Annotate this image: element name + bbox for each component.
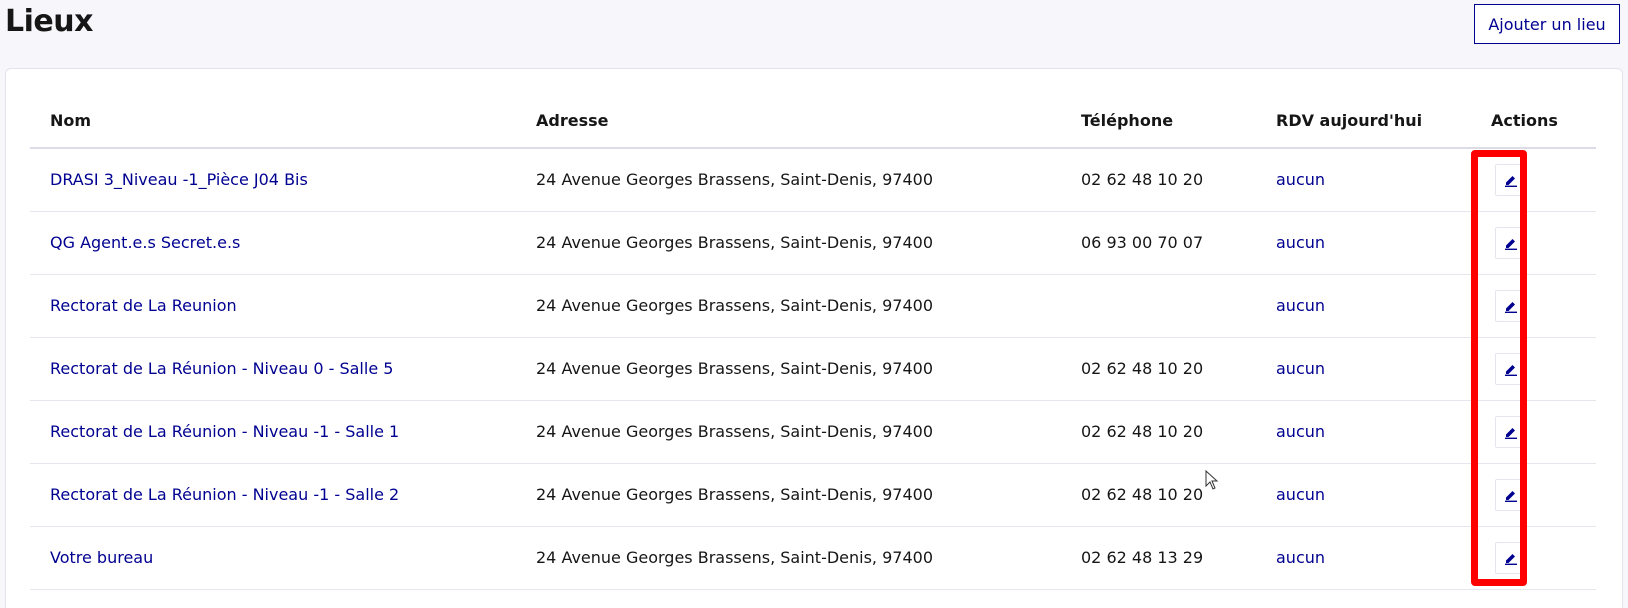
cell-nom: Rectorat de La Réunion - Niveau -1 - Sal… [30,463,516,527]
cell-nom: DRASI 3_Niveau -1_Pièce J04 Bis [30,148,516,212]
table-row: Rectorat de La Reunion 24 Avenue Georges… [30,274,1596,338]
place-name-link[interactable]: Rectorat de La Reunion [50,296,237,315]
cell-nom: QG Agent.e.s Secret.e.s [30,211,516,275]
pencil-icon [1505,238,1517,250]
rdv-link[interactable]: aucun [1276,170,1325,189]
edit-button[interactable] [1495,226,1527,259]
cell-adresse: 24 Avenue Georges Brassens, Saint-Denis,… [516,148,1061,212]
cell-nom: Votre bureau [30,526,516,590]
pencil-icon [1505,553,1517,565]
header-actions: Actions [1471,93,1596,149]
pencil-icon [1505,301,1517,313]
cell-actions [1471,274,1596,338]
page-title: Lieux [5,4,93,39]
cell-actions [1471,400,1596,464]
cell-rdv: aucun [1256,274,1471,338]
pencil-icon [1505,490,1517,502]
cell-telephone: 02 62 48 13 29 [1061,526,1256,590]
table-row: Rectorat de La Réunion - Niveau 0 - Sall… [30,337,1596,401]
cell-actions [1471,148,1596,212]
rdv-link[interactable]: aucun [1276,548,1325,567]
edit-button[interactable] [1495,541,1527,574]
header-adresse: Adresse [516,93,1061,149]
table-row: Votre bureau 24 Avenue Georges Brassens,… [30,526,1596,590]
cell-adresse: 24 Avenue Georges Brassens, Saint-Denis,… [516,463,1061,527]
rdv-link[interactable]: aucun [1276,296,1325,315]
place-name-link[interactable]: Rectorat de La Réunion - Niveau 0 - Sall… [50,359,393,378]
edit-button[interactable] [1495,163,1527,196]
cell-rdv: aucun [1256,400,1471,464]
cell-nom: Rectorat de La Réunion - Niveau 0 - Sall… [30,337,516,401]
cell-rdv: aucun [1256,211,1471,275]
page: Lieux Ajouter un lieu Nom Adresse Téléph… [0,0,1628,608]
table-row: DRASI 3_Niveau -1_Pièce J04 Bis 24 Avenu… [30,148,1596,212]
cell-adresse: 24 Avenue Georges Brassens, Saint-Denis,… [516,526,1061,590]
cell-telephone [1061,274,1256,338]
cell-adresse: 24 Avenue Georges Brassens, Saint-Denis,… [516,211,1061,275]
cell-telephone: 02 62 48 10 20 [1061,400,1256,464]
pencil-icon [1505,364,1517,376]
header-nom: Nom [30,93,516,149]
rdv-link[interactable]: aucun [1276,422,1325,441]
rdv-link[interactable]: aucun [1276,485,1325,504]
table-header-row: Nom Adresse Téléphone RDV aujourd'hui Ac… [30,93,1596,149]
edit-button[interactable] [1495,415,1527,448]
places-table: Nom Adresse Téléphone RDV aujourd'hui Ac… [30,93,1596,590]
cell-telephone: 02 62 48 10 20 [1061,463,1256,527]
cell-actions [1471,211,1596,275]
table-row: Rectorat de La Réunion - Niveau -1 - Sal… [30,463,1596,527]
rdv-link[interactable]: aucun [1276,359,1325,378]
pencil-icon [1505,175,1517,187]
place-name-link[interactable]: QG Agent.e.s Secret.e.s [50,233,240,252]
mouse-cursor-icon [1205,470,1219,490]
edit-button[interactable] [1495,478,1527,511]
cell-adresse: 24 Avenue Georges Brassens, Saint-Denis,… [516,274,1061,338]
cell-telephone: 02 62 48 10 20 [1061,337,1256,401]
header-rdv: RDV aujourd'hui [1256,93,1471,149]
table-row: Rectorat de La Réunion - Niveau -1 - Sal… [30,400,1596,464]
cell-actions [1471,463,1596,527]
place-name-link[interactable]: Rectorat de La Réunion - Niveau -1 - Sal… [50,485,399,504]
place-name-link[interactable]: Rectorat de La Réunion - Niveau -1 - Sal… [50,422,399,441]
place-name-link[interactable]: DRASI 3_Niveau -1_Pièce J04 Bis [50,170,308,189]
places-card: Nom Adresse Téléphone RDV aujourd'hui Ac… [5,68,1623,608]
cell-rdv: aucun [1256,526,1471,590]
cell-actions [1471,526,1596,590]
place-name-link[interactable]: Votre bureau [50,548,153,567]
cell-rdv: aucun [1256,337,1471,401]
table-row: QG Agent.e.s Secret.e.s 24 Avenue George… [30,211,1596,275]
cell-adresse: 24 Avenue Georges Brassens, Saint-Denis,… [516,400,1061,464]
edit-button[interactable] [1495,352,1527,385]
cell-rdv: aucun [1256,463,1471,527]
add-place-button[interactable]: Ajouter un lieu [1474,4,1620,44]
cell-nom: Rectorat de La Réunion - Niveau -1 - Sal… [30,400,516,464]
header-telephone: Téléphone [1061,93,1256,149]
cell-actions [1471,337,1596,401]
edit-button[interactable] [1495,289,1527,322]
cell-telephone: 02 62 48 10 20 [1061,148,1256,212]
rdv-link[interactable]: aucun [1276,233,1325,252]
cell-rdv: aucun [1256,148,1471,212]
cell-telephone: 06 93 00 70 07 [1061,211,1256,275]
cell-nom: Rectorat de La Reunion [30,274,516,338]
cell-adresse: 24 Avenue Georges Brassens, Saint-Denis,… [516,337,1061,401]
pencil-icon [1505,427,1517,439]
